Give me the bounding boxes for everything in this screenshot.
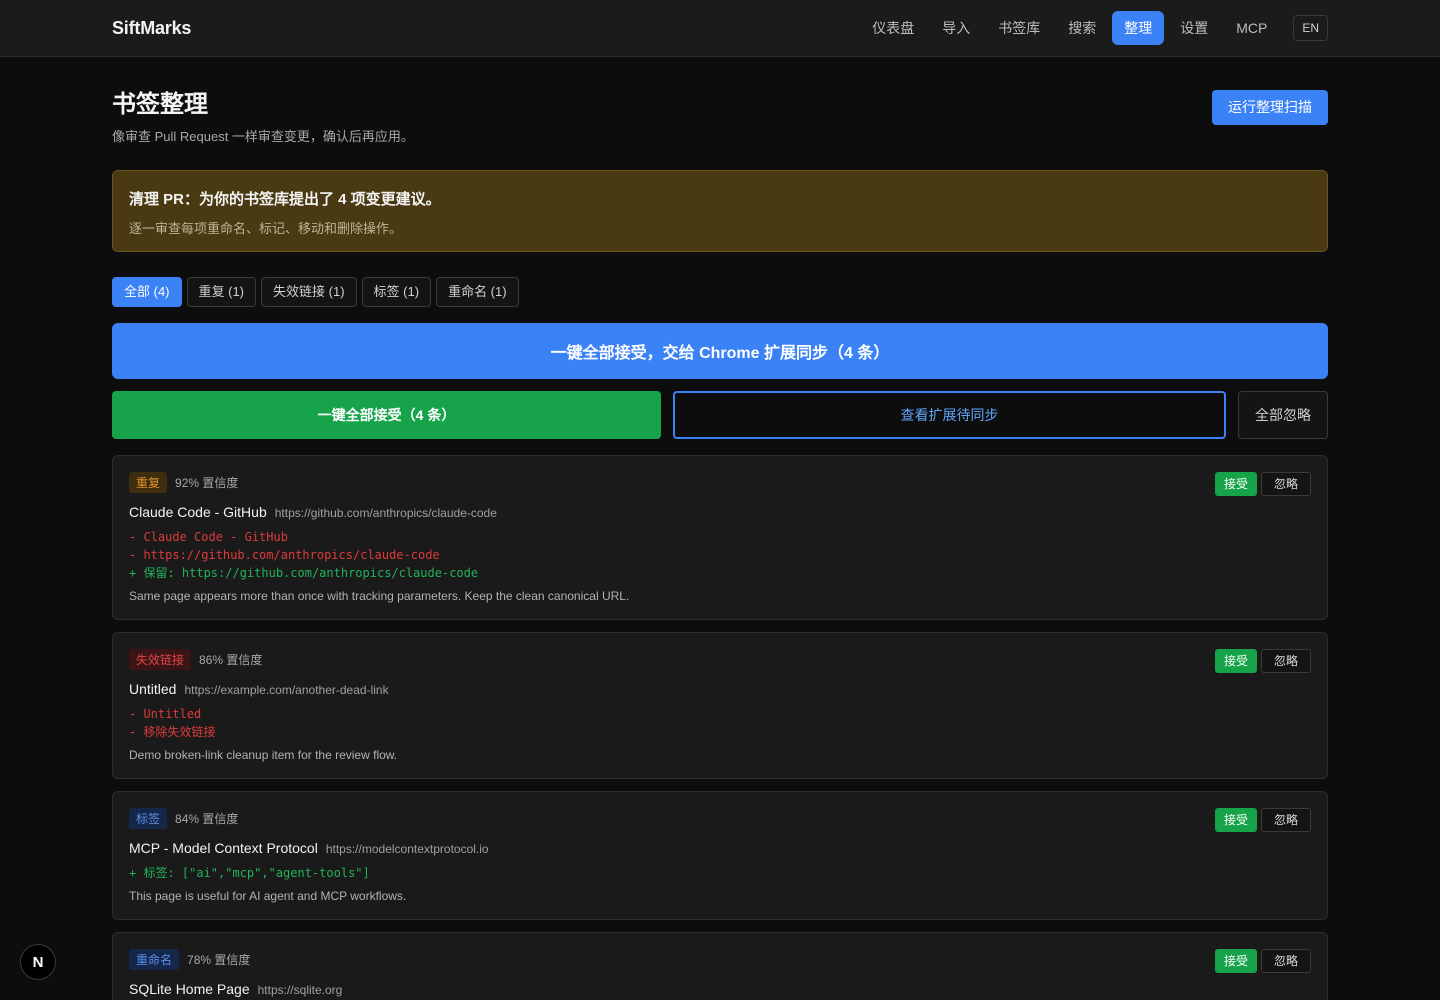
diff-added-line: + 保留: https://github.com/anthropics/clau… [129,566,479,580]
notice-subtitle: 逐一审查每项重命名、标记、移动和删除操作。 [129,221,403,236]
filter-tabs: 全部 (4) 重复 (1) 失效链接 (1) 标签 (1) 重命名 (1) [112,277,1328,307]
nextjs-dev-icon[interactable]: N [20,944,56,980]
filter-rename[interactable]: 重命名 (1) [436,277,519,307]
brand-logo[interactable]: SiftMarks [112,18,191,39]
suggestion-card-dead-link: 失效链接 86% 置信度 Untitled https://example.co… [112,632,1328,779]
card-meta: 标签 84% 置信度 [129,808,1311,829]
card-meta: 重命名 78% 置信度 [129,949,1311,970]
card-title-row: MCP - Model Context Protocol https://mod… [129,840,1311,856]
card-note: Demo broken-link cleanup item for the re… [129,748,398,762]
view-pending-sync-button[interactable]: 查看扩展待同步 [673,391,1226,439]
card-title-row: Untitled https://example.com/another-dea… [129,681,1311,697]
card-actions: 接受 忽略 [1214,472,1311,496]
card-note: This page is useful for AI agent and MCP… [129,889,407,903]
bookmark-url[interactable]: https://example.com/another-dead-link [184,683,388,697]
type-badge: 失效链接 [129,649,192,670]
top-bar: SiftMarks 仪表盘 导入 书签库 搜索 整理 设置 MCP EN [0,0,1440,57]
suggestion-card-tags: 标签 84% 置信度 MCP - Model Context Protocol … [112,791,1328,920]
card-actions: 接受 忽略 [1214,808,1311,832]
nav-item-settings[interactable]: 设置 [1168,11,1220,45]
confidence-label: 78% 置信度 [187,953,251,967]
ignore-button[interactable]: 忽略 [1260,649,1311,673]
nav-item-organize[interactable]: 整理 [1112,11,1165,45]
accept-button[interactable]: 接受 [1214,808,1257,832]
accept-all-sync-button[interactable]: 一键全部接受，交给 Chrome 扩展同步（4 条） [112,323,1328,379]
nav-item-search[interactable]: 搜索 [1056,11,1108,45]
nav-item-import[interactable]: 导入 [930,11,982,45]
ignore-button[interactable]: 忽略 [1260,949,1311,973]
page-subtitle: 像审查 Pull Request 一样审查变更，确认后再应用。 [112,129,414,144]
diff-added-line: + 标签: ["ai","mcp","agent-tools"] [129,866,370,880]
confidence-label: 92% 置信度 [175,476,239,490]
ignore-button[interactable]: 忽略 [1260,808,1311,832]
main-content: 书签整理 像审查 Pull Request 一样审查变更，确认后再应用。 运行整… [0,57,1440,1000]
diff-removed-line: - Untitled [129,707,202,721]
type-badge: 标签 [129,808,168,829]
accept-button[interactable]: 接受 [1214,649,1257,673]
notice-title: 清理 PR：为你的书签库提出了 4 项变更建议。 [129,191,441,208]
diff-removed-line: - Claude Code - GitHub [129,530,288,544]
filter-duplicate[interactable]: 重复 (1) [186,277,257,307]
main-nav: 仪表盘 导入 书签库 搜索 整理 设置 MCP EN [860,11,1328,45]
page-title: 书签整理 [112,91,208,118]
suggestion-card-rename: 重命名 78% 置信度 SQLite Home Page https://sql… [112,932,1328,1000]
accept-button[interactable]: 接受 [1214,472,1257,496]
bookmark-title: Claude Code - GitHub [129,504,267,520]
page-header: 书签整理 像审查 Pull Request 一样审查变更，确认后再应用。 运行整… [112,57,1328,145]
diff-removed-line: - https://github.com/anthropics/claude-c… [129,548,440,562]
card-note: Same page appears more than once with tr… [129,589,630,603]
run-scan-button[interactable]: 运行整理扫描 [1212,90,1328,125]
nav-item-dashboard[interactable]: 仪表盘 [860,11,926,45]
accept-all-button[interactable]: 一键全部接受（4 条） [112,391,661,439]
filter-all[interactable]: 全部 (4) [112,277,182,307]
card-actions: 接受 忽略 [1214,649,1311,673]
type-badge: 重复 [129,472,168,493]
filter-tags[interactable]: 标签 (1) [361,277,432,307]
card-meta: 失效链接 86% 置信度 [129,649,1311,670]
card-meta: 重复 92% 置信度 [129,472,1311,493]
filter-dead-link[interactable]: 失效链接 (1) [261,277,357,307]
bookmark-url[interactable]: https://sqlite.org [258,983,343,997]
type-badge: 重命名 [129,949,180,970]
suggestion-card-duplicate: 重复 92% 置信度 Claude Code - GitHub https://… [112,455,1328,620]
diff-block: - Claude Code - GitHub - https://github.… [129,528,1311,582]
language-toggle[interactable]: EN [1293,15,1328,41]
card-actions: 接受 忽略 [1214,949,1311,973]
bookmark-title: Untitled [129,681,177,697]
bookmark-title: MCP - Model Context Protocol [129,840,318,856]
confidence-label: 86% 置信度 [199,653,263,667]
accept-button[interactable]: 接受 [1214,949,1257,973]
ignore-button[interactable]: 忽略 [1260,472,1311,496]
cleanup-notice: 清理 PR：为你的书签库提出了 4 项变更建议。 逐一审查每项重命名、标记、移动… [112,170,1328,252]
diff-block: + 标签: ["ai","mcp","agent-tools"] [129,864,1311,882]
confidence-label: 84% 置信度 [175,812,239,826]
bookmark-url[interactable]: https://modelcontextprotocol.io [326,842,489,856]
card-title-row: Claude Code - GitHub https://github.com/… [129,504,1311,520]
bookmark-url[interactable]: https://github.com/anthropics/claude-cod… [275,506,497,520]
card-title-row: SQLite Home Page https://sqlite.org [129,981,1311,997]
nav-item-mcp[interactable]: MCP [1224,13,1279,43]
diff-block: - Untitled - 移除失效链接 [129,705,1311,741]
nav-item-library[interactable]: 书签库 [986,11,1052,45]
bookmark-title: SQLite Home Page [129,981,250,997]
ignore-all-button[interactable]: 全部忽略 [1238,391,1328,439]
bulk-actions: 一键全部接受（4 条） 查看扩展待同步 全部忽略 [112,391,1328,439]
diff-removed-line: - 移除失效链接 [129,725,216,739]
